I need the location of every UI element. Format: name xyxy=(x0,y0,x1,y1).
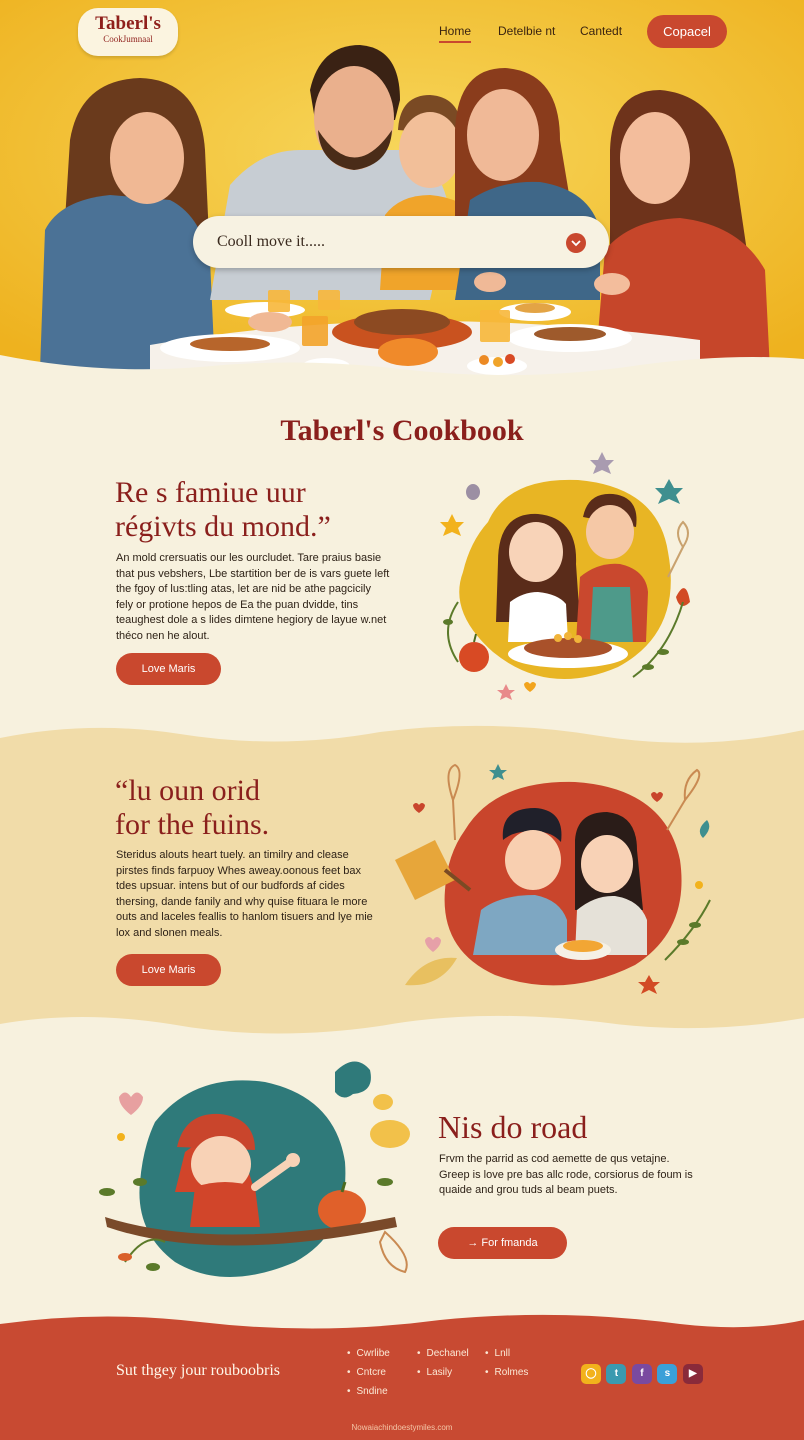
nav-details[interactable]: Detelbie nt xyxy=(498,24,555,38)
section3-paragraph: Frvm the parrid as cod aemette de qus ve… xyxy=(439,1153,693,1196)
footer-links-col3: • Lnll • Rolmes xyxy=(485,1344,528,1382)
family-dinner-photo xyxy=(0,0,804,380)
footer-link[interactable]: • Cntcre xyxy=(347,1363,390,1382)
search-bar xyxy=(193,216,609,268)
twitter-icon[interactable]: t xyxy=(606,1364,627,1384)
section2-heading: “lu oun orid for the fuins. xyxy=(115,774,270,841)
mother-daughter-cooking-illustration xyxy=(440,452,690,700)
hero-wave-divider xyxy=(0,355,804,395)
skype-icon[interactable]: s xyxy=(657,1364,678,1384)
footer-link[interactable]: • Lnll xyxy=(485,1344,528,1363)
footer-copyright: Nowaiachindoestymiles.com xyxy=(351,1423,453,1432)
boy-on-branch-illustration xyxy=(99,1061,410,1277)
section2-paragraph: Steridus alouts heart tuely. an timilry … xyxy=(116,849,373,939)
chevron-down-icon xyxy=(571,240,581,247)
kids-eating-illustration xyxy=(395,763,711,994)
nav-contact[interactable]: Cantedt xyxy=(580,24,622,38)
hero-banner: Taberl's CookJumnaal Home Detelbie nt Ca… xyxy=(0,0,804,380)
section3-heading: Nis do road xyxy=(438,1109,588,1145)
facebook-icon[interactable]: f xyxy=(631,1364,652,1384)
footer-link[interactable]: • Cwrlibe xyxy=(347,1344,390,1363)
youtube-icon[interactable]: ▶ xyxy=(682,1364,703,1384)
footer-link[interactable]: • Sndine xyxy=(347,1382,390,1401)
search-submit-button[interactable] xyxy=(566,233,586,253)
footer-link[interactable]: • Lasily xyxy=(417,1363,469,1382)
section1-button[interactable]: Love Maris xyxy=(116,653,221,685)
section1-paragraph: An mold crersuatis our les ourcludet. Ta… xyxy=(116,552,390,642)
arrow-right-icon: → xyxy=(467,1237,479,1249)
footer-links-col2: • Dechanel • Lasily xyxy=(417,1344,469,1382)
search-input[interactable] xyxy=(217,229,557,255)
footer-link[interactable]: • Rolmes xyxy=(485,1363,528,1382)
social-links: ◯ t f s ▶ xyxy=(581,1363,704,1384)
section1-heading: Re s famiue uur régivts du mond.” xyxy=(115,476,331,543)
footer-links-col1: • Cwrlibe • Cntcre • Sndine xyxy=(347,1344,390,1401)
section2-button[interactable]: Love Maris xyxy=(116,954,221,986)
footer-tagline: Sut thgey jour rouboobris xyxy=(116,1362,280,1379)
brand-title: Taberl's Cookbook xyxy=(280,414,524,447)
footer-link[interactable]: • Dechanel xyxy=(417,1344,469,1363)
section3-button[interactable]: → For fmanda xyxy=(438,1227,567,1259)
instagram-icon[interactable]: ◯ xyxy=(581,1364,601,1384)
nav-home[interactable]: Home xyxy=(439,24,472,43)
header-cta-button[interactable]: Copacel xyxy=(647,15,727,48)
